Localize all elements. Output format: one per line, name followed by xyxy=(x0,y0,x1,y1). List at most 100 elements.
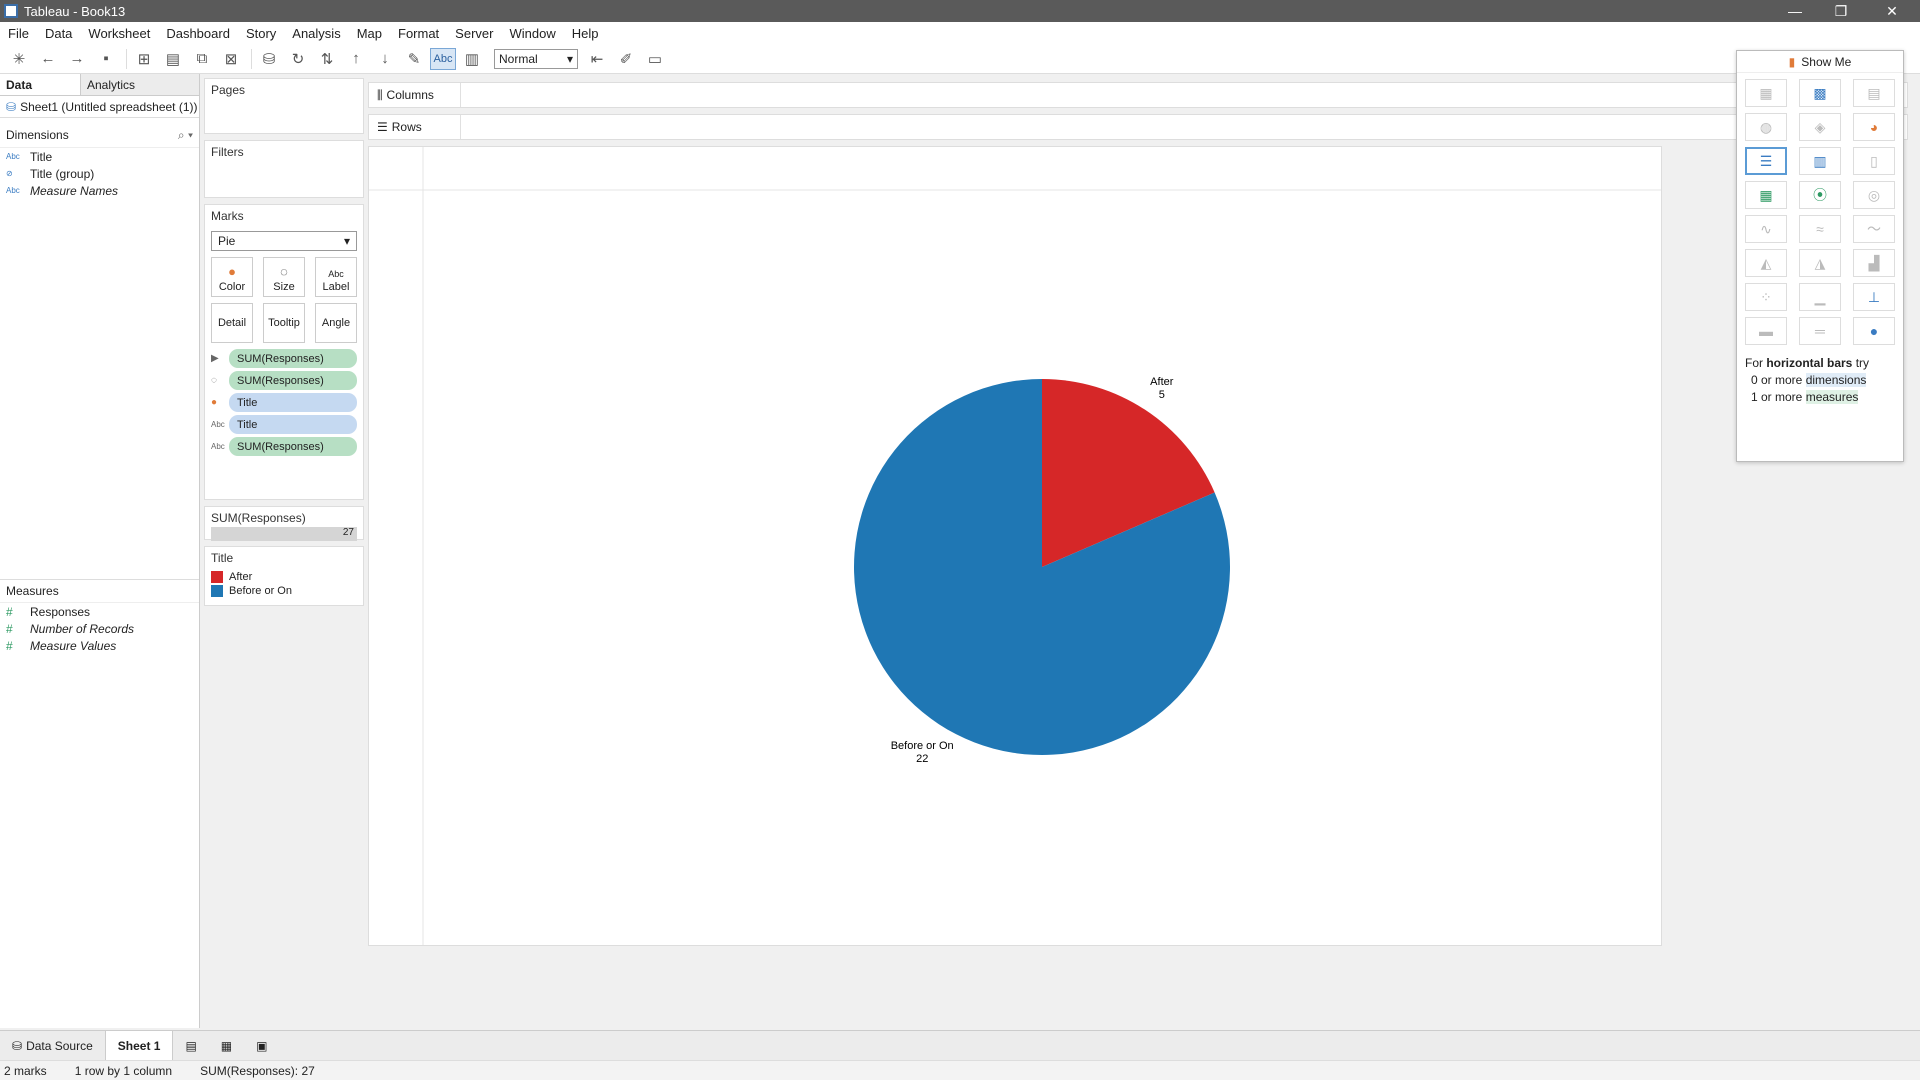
menu-dashboard[interactable]: Dashboard xyxy=(158,26,238,41)
measure-field-responses[interactable]: # Responses xyxy=(0,603,199,620)
discrete-lines-icon[interactable]: ≈ xyxy=(1799,215,1841,243)
new-dashboard-icon[interactable]: ▦ xyxy=(209,1031,244,1060)
save-icon[interactable]: ▪ xyxy=(93,48,119,70)
fixed-axes-icon[interactable]: ▥ xyxy=(459,48,485,70)
new-worksheet-icon[interactable]: ▤ xyxy=(173,1031,208,1060)
clear-sheet-icon[interactable]: ⊠ xyxy=(218,48,244,70)
highlight-icon[interactable]: ✎ xyxy=(401,48,427,70)
heat-map-icon[interactable]: ▩ xyxy=(1799,79,1841,107)
menu-format[interactable]: Format xyxy=(390,26,447,41)
size-legend-title: SUM(Responses) xyxy=(211,511,306,525)
detail-button[interactable]: Detail xyxy=(211,303,253,343)
search-icon[interactable]: ⌕ ▾ xyxy=(178,128,193,143)
continuous-lines-icon[interactable]: ∿ xyxy=(1745,215,1787,243)
fit-select[interactable]: Normal ▾ xyxy=(494,48,578,69)
filled-map-icon[interactable]: ◈ xyxy=(1799,113,1841,141)
redo-icon[interactable]: → xyxy=(64,48,90,70)
close-button[interactable]: ✕ xyxy=(1864,0,1920,22)
restore-button[interactable]: ❐ xyxy=(1818,0,1864,22)
sort-descending-icon[interactable]: ↓ xyxy=(372,48,398,70)
minimize-button[interactable]: — xyxy=(1772,0,1818,22)
columns-icon: ⫼ xyxy=(377,87,383,102)
menu-help[interactable]: Help xyxy=(564,26,607,41)
discrete-area-icon[interactable]: ◮ xyxy=(1799,249,1841,277)
show-mark-labels-button[interactable]: Abc xyxy=(430,47,456,70)
dual-lines-icon[interactable]: 〜 xyxy=(1853,215,1895,243)
pen-icon[interactable]: ✐ xyxy=(613,48,639,70)
size-pill[interactable]: SUM(Responses) xyxy=(229,371,357,390)
show-hide-cards-icon[interactable]: ⇤ xyxy=(584,48,610,70)
duplicate-sheet-icon[interactable]: ⧉ xyxy=(189,48,215,70)
highlight-table-icon[interactable]: ▤ xyxy=(1853,79,1895,107)
datasource-item[interactable]: ⛁ Sheet1 (Untitled spreadsheet (1)) xyxy=(0,96,199,118)
pie-chart-icon[interactable]: ◕ xyxy=(1853,113,1895,141)
dual-combination-icon[interactable]: ▟ xyxy=(1853,249,1895,277)
size-icon: ◌ xyxy=(280,264,288,279)
continuous-area-icon[interactable]: ◭ xyxy=(1745,249,1787,277)
sort-ascending-icon[interactable]: ↑ xyxy=(343,48,369,70)
label-pill[interactable]: Title xyxy=(229,415,357,434)
horizontal-bars-icon[interactable]: ☰ xyxy=(1745,147,1787,175)
tab-sheet-1[interactable]: Sheet 1 xyxy=(104,1031,174,1060)
new-story-icon[interactable]: ▣ xyxy=(244,1031,279,1060)
tableau-logo-icon[interactable]: ✳ xyxy=(6,48,32,70)
label-encoding-icon: Abc xyxy=(211,442,225,451)
menu-map[interactable]: Map xyxy=(349,26,390,41)
pause-updates-icon[interactable]: ⛁ xyxy=(256,48,282,70)
pages-card[interactable]: Pages xyxy=(204,78,364,134)
label-button[interactable]: Abc Label xyxy=(315,257,357,297)
menu-server[interactable]: Server xyxy=(447,26,501,41)
treemap-icon[interactable]: ▦ xyxy=(1745,181,1787,209)
side-by-side-circles-icon[interactable]: ◎ xyxy=(1853,181,1895,209)
filters-card[interactable]: Filters xyxy=(204,140,364,198)
text-table-icon[interactable]: ▦ xyxy=(1745,79,1787,107)
dimension-field-measure-names[interactable]: Abc Measure Names xyxy=(0,182,199,199)
stacked-bars-icon[interactable]: ▥ xyxy=(1799,147,1841,175)
measure-field-number-of-records[interactable]: # Number of Records xyxy=(0,620,199,637)
hint-suffix: try xyxy=(1855,356,1870,370)
tooltip-button[interactable]: Tooltip xyxy=(263,303,305,343)
color-button[interactable]: ● Color xyxy=(211,257,253,297)
show-me-header[interactable]: ▮ Show Me xyxy=(1737,51,1903,73)
dimension-field-title[interactable]: Abc Title xyxy=(0,148,199,165)
angle-button[interactable]: Angle xyxy=(315,303,357,343)
histogram-icon[interactable]: ▁ xyxy=(1799,283,1841,311)
swap-icon[interactable]: ⇅ xyxy=(314,48,340,70)
new-worksheet-icon[interactable]: ▤ xyxy=(160,48,186,70)
new-data-source-icon[interactable]: ⊞ xyxy=(131,48,157,70)
circle-views-icon[interactable]: ⦿ xyxy=(1799,181,1841,209)
columns-shelf[interactable]: ⫼ Columns xyxy=(368,82,1908,108)
undo-icon[interactable]: ← xyxy=(35,48,61,70)
box-plot-icon[interactable]: ⊥ xyxy=(1853,283,1895,311)
angle-pill[interactable]: SUM(Responses) xyxy=(229,349,357,368)
size-button[interactable]: ◌ Size xyxy=(263,257,305,297)
tab-analytics[interactable]: Analytics xyxy=(80,74,199,95)
tab-data-source[interactable]: ⛁ Data Source xyxy=(0,1031,105,1060)
scatter-plot-icon[interactable]: ⁘ xyxy=(1745,283,1787,311)
refresh-icon[interactable]: ↻ xyxy=(285,48,311,70)
side-by-side-bars-icon[interactable]: ▯ xyxy=(1853,147,1895,175)
menu-file[interactable]: File xyxy=(0,26,37,41)
menu-story[interactable]: Story xyxy=(238,26,284,41)
rows-shelf[interactable]: ☰ Rows xyxy=(368,114,1908,140)
symbol-map-icon[interactable]: ◍ xyxy=(1745,113,1787,141)
pie-chart[interactable]: After5 Before or On22 xyxy=(369,147,1661,945)
mark-type-select[interactable]: Pie ▾ xyxy=(211,231,357,251)
menu-worksheet[interactable]: Worksheet xyxy=(80,26,158,41)
menu-window[interactable]: Window xyxy=(501,26,563,41)
legend-item[interactable]: After xyxy=(211,571,357,583)
bullet-graph-icon[interactable]: ═ xyxy=(1799,317,1841,345)
tab-data[interactable]: Data xyxy=(0,74,80,95)
color-pill[interactable]: Title xyxy=(229,393,357,412)
measure-field-measure-values[interactable]: # Measure Values xyxy=(0,637,199,654)
gantt-chart-icon[interactable]: ▬ xyxy=(1745,317,1787,345)
worksheet-view[interactable]: After 5 Before or On 22 xyxy=(368,146,1662,946)
menu-data[interactable]: Data xyxy=(37,26,80,41)
marks-card: Marks Pie ▾ ● Color ◌ Size Abc Label Detail … xyxy=(204,204,364,500)
dimension-field-title-group[interactable]: ⊘ Title (group) xyxy=(0,165,199,182)
legend-item[interactable]: Before or On xyxy=(211,585,357,597)
presentation-mode-icon[interactable]: ▭ xyxy=(642,48,668,70)
packed-bubbles-icon[interactable]: ● xyxy=(1853,317,1895,345)
label-pill[interactable]: SUM(Responses) xyxy=(229,437,357,456)
menu-analysis[interactable]: Analysis xyxy=(284,26,348,41)
